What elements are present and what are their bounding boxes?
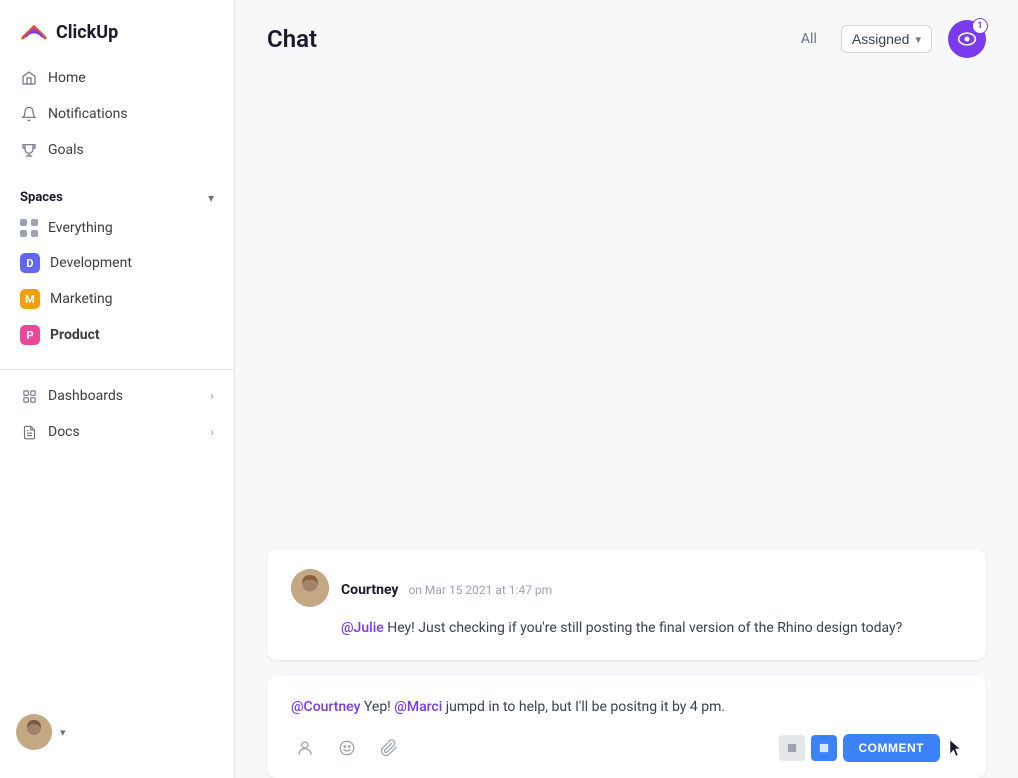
space-marketing[interactable]: M Marketing: [8, 281, 226, 317]
nav-goals-label: Goals: [48, 142, 84, 158]
main-content: Chat All Assigned ▾ 1: [235, 0, 1018, 778]
nav-docs-label: Docs: [48, 424, 80, 440]
space-marketing-label: Marketing: [50, 291, 113, 307]
reply-mention-courtney: @Courtney: [291, 699, 360, 715]
page-title: Chat: [267, 25, 777, 53]
spaces-section: Spaces ▾ Everything D Development M Mark…: [0, 184, 234, 353]
trophy-icon: [20, 141, 38, 159]
app-name: ClickUp: [56, 22, 118, 43]
chat-message-card: Courtney on Mar 15 2021 at 1:47 pm @Juli…: [267, 549, 986, 659]
nav-goals[interactable]: Goals: [8, 132, 226, 168]
bell-icon: [20, 105, 38, 123]
space-everything-label: Everything: [48, 220, 113, 236]
nav-home-label: Home: [48, 70, 86, 86]
product-badge: P: [20, 325, 40, 345]
clickup-logo-icon: [20, 18, 48, 46]
reply-toolbar: COMMENT: [291, 734, 962, 762]
space-product-label: Product: [50, 327, 100, 343]
chevron-down-icon: ▾: [915, 33, 921, 46]
nav-notifications[interactable]: Notifications: [8, 96, 226, 132]
space-everything[interactable]: Everything: [8, 211, 226, 245]
message-body: @Julie Hey! Just checking if you're stil…: [341, 617, 962, 639]
format-button-2[interactable]: [811, 735, 837, 761]
user-icon[interactable]: [291, 734, 319, 762]
chevron-right-icon-docs: ›: [210, 425, 214, 439]
nav-dashboards[interactable]: Dashboards ›: [8, 378, 226, 414]
logo[interactable]: ClickUp: [0, 0, 234, 60]
cursor-icon: [948, 738, 962, 758]
chat-area: Courtney on Mar 15 2021 at 1:47 pm @Juli…: [235, 74, 1018, 778]
reply-mention-marci: @Marci: [394, 699, 442, 715]
user-profile[interactable]: ▾: [0, 702, 234, 762]
format-icon-1: [787, 743, 797, 753]
sidebar-nav: Home Notifications Goals: [0, 60, 234, 168]
message-header: Courtney on Mar 15 2021 at 1:47 pm: [291, 569, 962, 607]
avatar: [16, 714, 52, 750]
nav-home[interactable]: Home: [8, 60, 226, 96]
development-badge: D: [20, 253, 40, 273]
emoji-icon[interactable]: [333, 734, 361, 762]
nav-notifications-label: Notifications: [48, 106, 128, 122]
nav-docs[interactable]: Docs ›: [8, 414, 226, 450]
attachment-icon[interactable]: [375, 734, 403, 762]
format-button-1[interactable]: [779, 735, 805, 761]
home-icon: [20, 69, 38, 87]
chevron-right-icon: ›: [210, 389, 214, 403]
message-author: Courtney: [341, 582, 398, 598]
watch-count-badge: 1: [972, 18, 988, 34]
space-development[interactable]: D Development: [8, 245, 226, 281]
filter-all-button[interactable]: All: [793, 27, 825, 51]
sidebar-footer: Dashboards › Docs ›: [0, 369, 234, 450]
filter-assigned-button[interactable]: Assigned ▾: [841, 25, 932, 53]
docs-icon: [20, 423, 38, 441]
space-product[interactable]: P Product: [8, 317, 226, 353]
chevron-down-icon: ▾: [208, 191, 214, 205]
watch-button[interactable]: 1: [948, 20, 986, 58]
reply-body: @Courtney Yep! @Marci jumpd in to help, …: [291, 696, 962, 718]
sidebar: ClickUp Home Notifications: [0, 0, 235, 778]
mention-julie: @Julie: [341, 620, 384, 636]
reply-tools-right: COMMENT: [779, 734, 963, 762]
spaces-header[interactable]: Spaces ▾: [8, 184, 226, 211]
reply-card: @Courtney Yep! @Marci jumpd in to help, …: [267, 676, 986, 778]
space-development-label: Development: [50, 255, 132, 271]
format-icon-2: [819, 743, 829, 753]
comment-button[interactable]: COMMENT: [843, 734, 941, 762]
marketing-badge: M: [20, 289, 40, 309]
spaces-title: Spaces: [20, 190, 63, 205]
user-chevron-icon: ▾: [60, 726, 66, 739]
grid-icon: [20, 387, 38, 405]
message-time: on Mar 15 2021 at 1:47 pm: [408, 583, 552, 597]
chat-spacer: [267, 74, 986, 533]
courtney-avatar: [291, 569, 329, 607]
nav-dashboards-label: Dashboards: [48, 388, 123, 404]
chat-header: Chat All Assigned ▾ 1: [235, 0, 1018, 74]
reply-tools-left: [291, 734, 403, 762]
dots-icon: [20, 219, 38, 237]
eye-icon: [957, 30, 977, 48]
message-meta: Courtney on Mar 15 2021 at 1:47 pm: [341, 579, 552, 598]
